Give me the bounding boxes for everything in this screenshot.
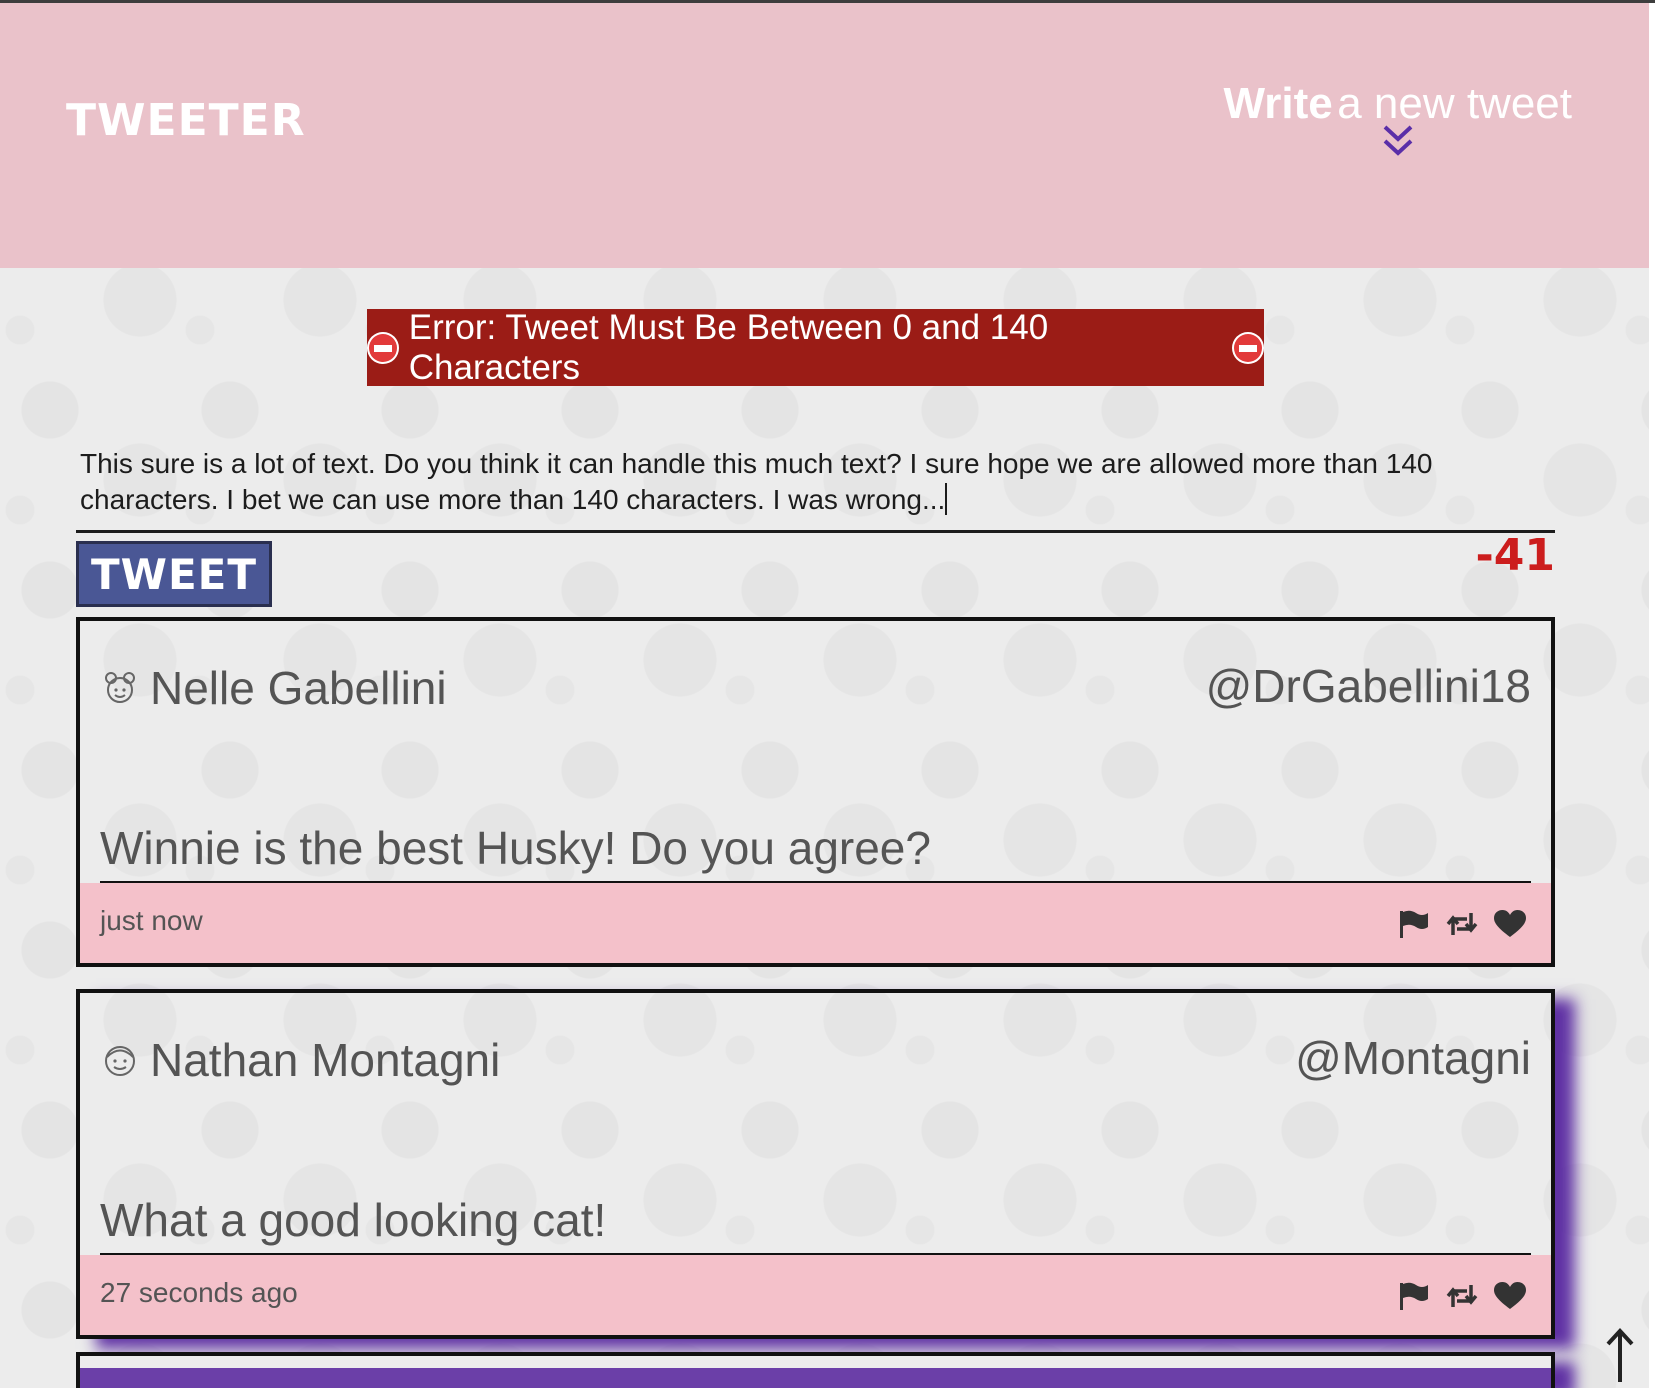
no-entry-icon [367,331,399,364]
tweet-card-partial [76,1352,1555,1388]
flag-icon[interactable] [1397,909,1431,939]
author-handle: @DrGabellini18 [1205,660,1531,712]
brand-logo[interactable]: TWEETER [66,95,306,146]
chevron-double-down-icon [1383,125,1413,156]
tweet-timestamp: 27 seconds ago [100,1277,298,1308]
tweet-footer: just now [80,883,1551,963]
write-label: Write [1223,79,1333,128]
tweet-author: Nelle Gabellini [102,661,447,715]
tweet-author: Nathan Montagni [102,1033,500,1087]
new-tweet-label: a new tweet [1337,79,1572,128]
error-banner: Error: Tweet Must Be Between 0 and 140 C… [367,307,1264,387]
tweet-card: Nelle Gabellini @DrGabellini18 Winnie is… [76,617,1555,967]
character-counter: -41 [1475,530,1556,581]
tweet-actions [1397,1281,1527,1311]
author-name: Nathan Montagni [150,1034,501,1086]
error-message: Error: Tweet Must Be Between 0 and 140 C… [408,307,1049,387]
retweet-icon[interactable] [1445,909,1479,939]
heart-icon[interactable] [1493,1281,1527,1311]
tweet-content: Winnie is the best Husky! Do you agree? [100,821,1531,887]
flag-icon[interactable] [1397,1281,1431,1311]
tweet-text-input[interactable]: This sure is a lot of text. Do you think… [76,446,1555,533]
author-name: Nelle Gabellini [150,662,447,714]
tweet-card: Nathan Montagni @Montagni What a good lo… [76,989,1555,1339]
heart-icon[interactable] [1493,909,1527,939]
tweet-footer: 27 seconds ago [80,1255,1551,1335]
girl-avatar-icon [105,672,135,703]
boy-avatar-icon [105,1046,135,1076]
top-navigation: TWEETER Write a new tweet [0,3,1649,268]
write-new-tweet-toggle[interactable]: Write a new tweet [1224,79,1572,159]
tweet-submit-button[interactable]: TWEET [76,541,272,607]
tweet-content: What a good looking cat! [100,1193,1531,1259]
page-edge [1649,3,1655,1388]
tweet-timestamp: just now [100,905,203,936]
text-caret [945,483,948,515]
tweet-actions [1397,909,1527,939]
new-tweet-composer: This sure is a lot of text. Do you think… [76,446,1555,533]
tweet-text-value: This sure is a lot of text. Do you think… [80,448,1433,515]
arrow-up-icon[interactable] [1600,1326,1640,1384]
retweet-icon[interactable] [1445,1281,1479,1311]
no-entry-icon [1232,331,1264,364]
author-handle: @Montagni [1295,1032,1531,1084]
